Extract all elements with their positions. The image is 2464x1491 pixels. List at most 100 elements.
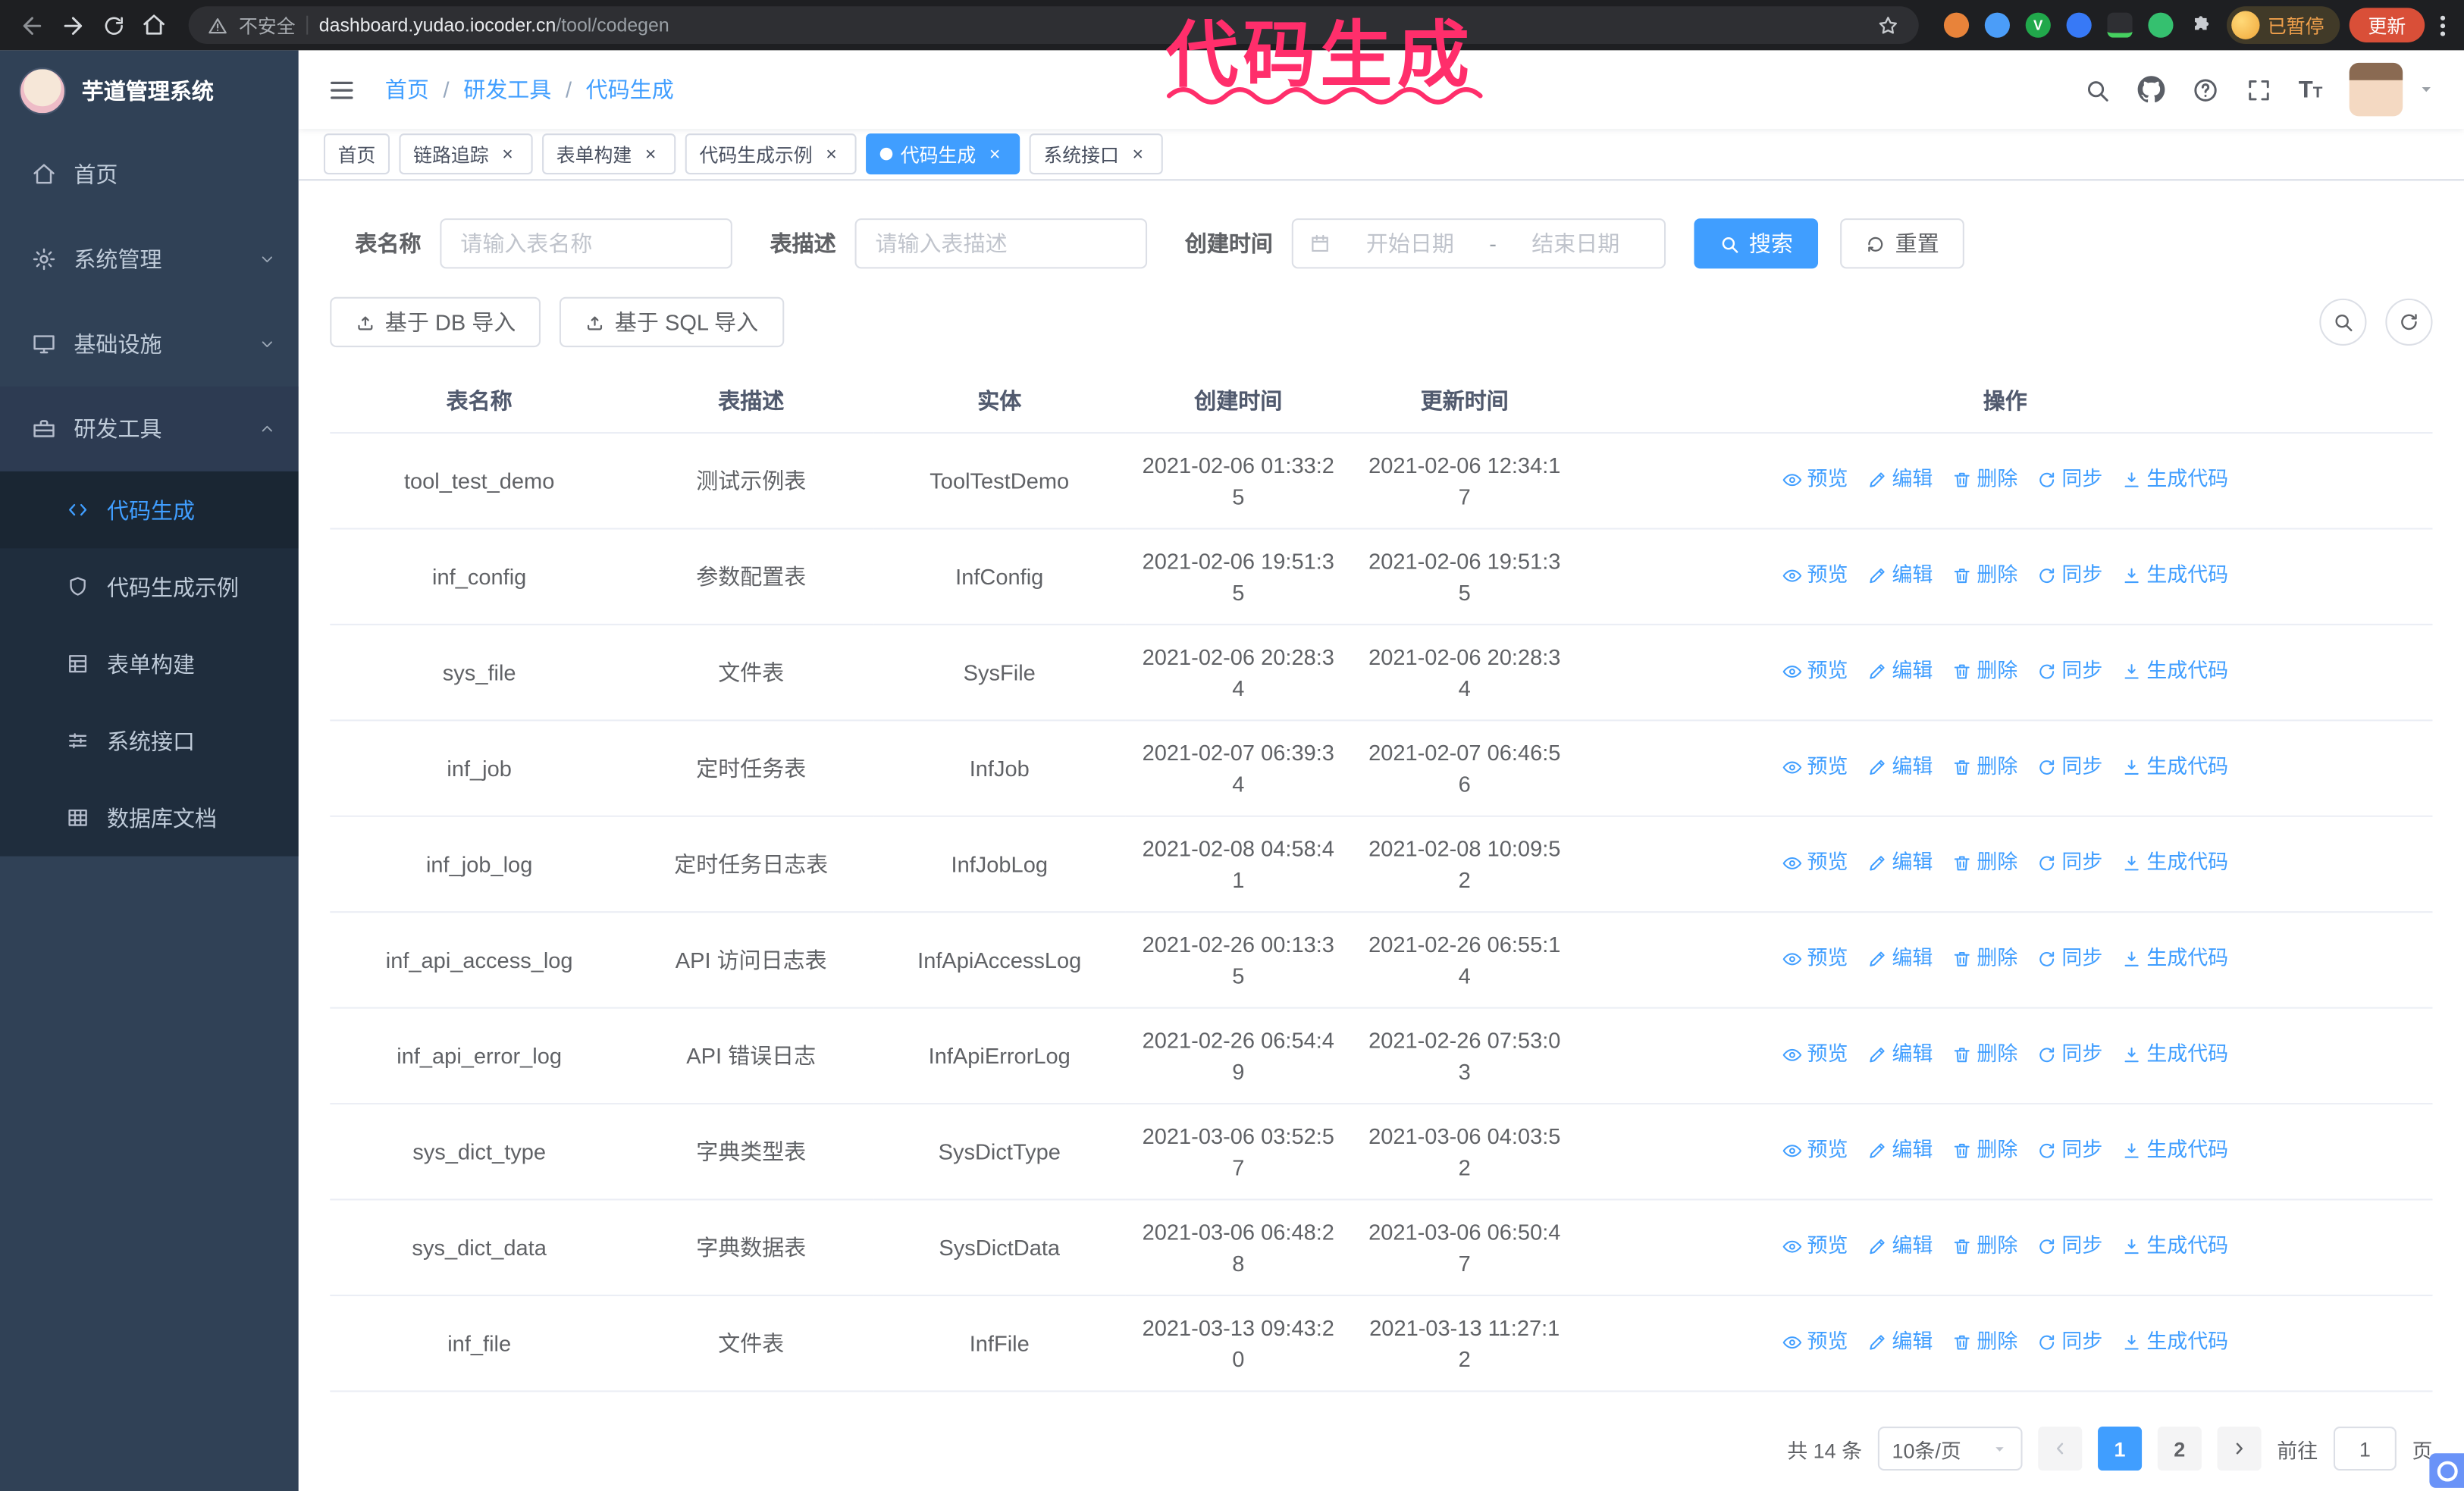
action-generate[interactable]: 生成代码 bbox=[2121, 847, 2228, 879]
action-trash[interactable]: 删除 bbox=[1951, 943, 2017, 974]
back-icon[interactable] bbox=[13, 6, 51, 44]
hamburger-icon[interactable] bbox=[327, 74, 356, 104]
date-range-picker[interactable]: 开始日期 - 结束日期 bbox=[1291, 218, 1666, 269]
action-trash[interactable]: 删除 bbox=[1951, 1327, 2017, 1358]
action-edit[interactable]: 编辑 bbox=[1867, 1230, 1933, 1261]
action-trash[interactable]: 删除 bbox=[1951, 656, 2017, 687]
extension-icon[interactable] bbox=[1984, 12, 2010, 38]
sidebar-subitem-0[interactable]: 代码生成 bbox=[0, 471, 299, 549]
table-desc-input[interactable] bbox=[854, 218, 1148, 269]
action-eye[interactable]: 预览 bbox=[1782, 1327, 1848, 1358]
action-edit[interactable]: 编辑 bbox=[1867, 1135, 1933, 1166]
date-start-placeholder[interactable]: 开始日期 bbox=[1337, 228, 1483, 259]
search-button[interactable]: 搜索 bbox=[1694, 218, 1819, 269]
home-button-icon[interactable] bbox=[135, 6, 173, 44]
chevron-down-icon[interactable] bbox=[2417, 80, 2436, 99]
table-name-input[interactable] bbox=[440, 218, 732, 269]
action-sync[interactable]: 同步 bbox=[2036, 464, 2102, 495]
reload-icon[interactable] bbox=[94, 6, 132, 44]
action-generate[interactable]: 生成代码 bbox=[2121, 464, 2228, 495]
browser-menu-kebab-icon[interactable] bbox=[2440, 14, 2446, 36]
action-eye[interactable]: 预览 bbox=[1782, 1135, 1848, 1166]
breadcrumb-item[interactable]: 研发工具 bbox=[463, 74, 551, 105]
tab-2[interactable]: 表单构建 × bbox=[542, 133, 676, 175]
action-eye[interactable]: 预览 bbox=[1782, 751, 1848, 782]
refresh-button[interactable] bbox=[2385, 298, 2433, 346]
action-eye[interactable]: 预览 bbox=[1782, 1039, 1848, 1070]
sidebar-subitem-3[interactable]: 系统接口 bbox=[0, 702, 299, 779]
tab-0[interactable]: 首页 bbox=[323, 133, 390, 175]
close-icon[interactable]: × bbox=[820, 143, 842, 165]
sidebar-subitem-4[interactable]: 数据库文档 bbox=[0, 779, 299, 857]
action-sync[interactable]: 同步 bbox=[2036, 559, 2102, 590]
action-eye[interactable]: 预览 bbox=[1782, 943, 1848, 974]
sidebar-subitem-2[interactable]: 表单构建 bbox=[0, 625, 299, 703]
action-eye[interactable]: 预览 bbox=[1782, 1230, 1848, 1261]
sidebar-item-1[interactable]: 系统管理 bbox=[0, 217, 299, 302]
action-generate[interactable]: 生成代码 bbox=[2121, 656, 2228, 687]
close-icon[interactable]: × bbox=[497, 143, 519, 165]
action-edit[interactable]: 编辑 bbox=[1867, 464, 1933, 495]
action-trash[interactable]: 删除 bbox=[1951, 1230, 2017, 1261]
bookmark-star-icon[interactable] bbox=[1876, 14, 1900, 37]
tab-4[interactable]: 代码生成 × bbox=[866, 133, 1020, 175]
action-generate[interactable]: 生成代码 bbox=[2121, 1135, 2228, 1166]
action-sync[interactable]: 同步 bbox=[2036, 1230, 2102, 1261]
floating-widget[interactable] bbox=[2429, 1453, 2464, 1488]
action-trash[interactable]: 删除 bbox=[1951, 751, 2017, 782]
extension-icon[interactable] bbox=[2107, 12, 2133, 38]
extensions-puzzle-icon[interactable] bbox=[2189, 13, 2214, 38]
action-generate[interactable]: 生成代码 bbox=[2121, 1327, 2228, 1358]
import-sql-button[interactable]: 基于 SQL 导入 bbox=[560, 296, 784, 348]
fullscreen-icon[interactable] bbox=[2245, 77, 2271, 103]
action-generate[interactable]: 生成代码 bbox=[2121, 1230, 2228, 1261]
extension-icon[interactable] bbox=[2148, 12, 2174, 38]
tab-3[interactable]: 代码生成示例 × bbox=[685, 133, 857, 175]
action-sync[interactable]: 同步 bbox=[2036, 1327, 2102, 1358]
action-eye[interactable]: 预览 bbox=[1782, 559, 1848, 590]
toggle-search-button[interactable] bbox=[2319, 298, 2367, 346]
sidebar-item-2[interactable]: 基础设施 bbox=[0, 302, 299, 387]
action-generate[interactable]: 生成代码 bbox=[2121, 1039, 2228, 1070]
extension-icon[interactable] bbox=[2066, 12, 2092, 38]
sidebar-subitem-1[interactable]: 代码生成示例 bbox=[0, 548, 299, 625]
action-edit[interactable]: 编辑 bbox=[1867, 751, 1933, 782]
breadcrumb-item[interactable]: 首页 bbox=[385, 74, 429, 105]
action-sync[interactable]: 同步 bbox=[2036, 1135, 2102, 1166]
goto-page-input[interactable] bbox=[2333, 1427, 2397, 1471]
address-bar[interactable]: 不安全 dashboard.yudao.iocoder.cn/tool/code… bbox=[188, 6, 1919, 45]
sidebar-item-3[interactable]: 研发工具 bbox=[0, 386, 299, 471]
action-edit[interactable]: 编辑 bbox=[1867, 559, 1933, 590]
profile-paused-badge[interactable]: 已暂停 bbox=[2226, 6, 2340, 45]
import-db-button[interactable]: 基于 DB 导入 bbox=[330, 296, 541, 348]
extension-icon[interactable] bbox=[1943, 12, 1970, 38]
action-sync[interactable]: 同步 bbox=[2036, 656, 2102, 687]
action-eye[interactable]: 预览 bbox=[1782, 464, 1848, 495]
action-edit[interactable]: 编辑 bbox=[1867, 656, 1933, 687]
action-sync[interactable]: 同步 bbox=[2036, 943, 2102, 974]
date-end-placeholder[interactable]: 结束日期 bbox=[1503, 228, 1648, 259]
update-button[interactable]: 更新 bbox=[2349, 8, 2425, 42]
search-icon[interactable] bbox=[2083, 77, 2110, 103]
action-trash[interactable]: 删除 bbox=[1951, 847, 2017, 879]
action-eye[interactable]: 预览 bbox=[1782, 656, 1848, 687]
forward-icon[interactable] bbox=[53, 6, 91, 44]
extension-icon[interactable]: V bbox=[2025, 12, 2051, 38]
action-generate[interactable]: 生成代码 bbox=[2121, 751, 2228, 782]
action-generate[interactable]: 生成代码 bbox=[2121, 559, 2228, 590]
prev-page-button[interactable] bbox=[2038, 1427, 2083, 1471]
close-icon[interactable]: × bbox=[1127, 143, 1149, 165]
sidebar-item-0[interactable]: 首页 bbox=[0, 132, 299, 217]
action-generate[interactable]: 生成代码 bbox=[2121, 943, 2228, 974]
reset-button[interactable]: 重置 bbox=[1840, 218, 1964, 269]
action-edit[interactable]: 编辑 bbox=[1867, 1327, 1933, 1358]
font-size-icon[interactable]: TT bbox=[2299, 77, 2323, 103]
breadcrumb-item[interactable]: 代码生成 bbox=[586, 74, 674, 105]
tab-1[interactable]: 链路追踪 × bbox=[399, 133, 533, 175]
action-eye[interactable]: 预览 bbox=[1782, 847, 1848, 879]
action-edit[interactable]: 编辑 bbox=[1867, 847, 1933, 879]
github-icon[interactable] bbox=[2136, 75, 2165, 103]
action-edit[interactable]: 编辑 bbox=[1867, 943, 1933, 974]
help-icon[interactable] bbox=[2192, 77, 2218, 103]
action-trash[interactable]: 删除 bbox=[1951, 1135, 2017, 1166]
